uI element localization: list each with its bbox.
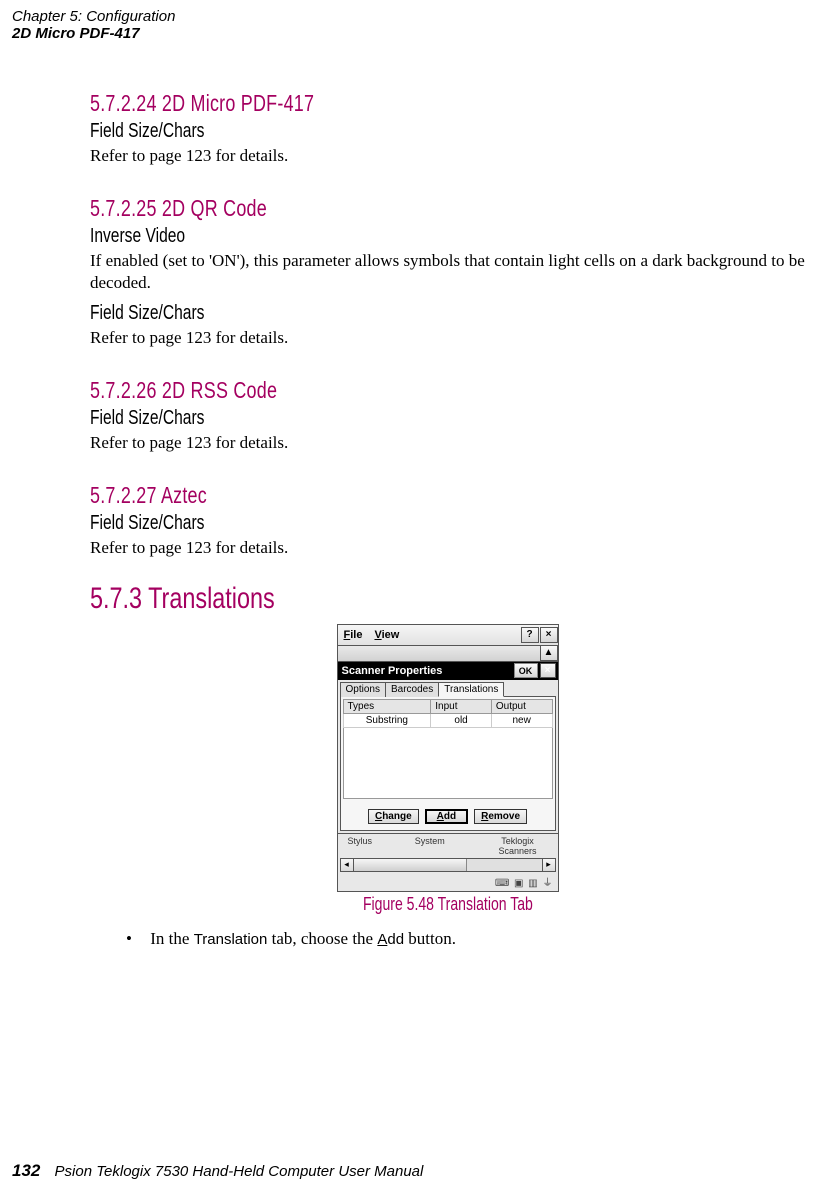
scroll-up-button[interactable]: ▲ <box>540 646 558 661</box>
remove-button[interactable]: Remove <box>474 809 527 824</box>
page-content: 5.7.2.24 2D Micro PDF-417 Field Size/Cha… <box>0 42 823 949</box>
bullet-text-translation: Translation <box>194 931 268 948</box>
bullet-text-mid2: tab, choose the <box>267 929 377 948</box>
figure-wrapper: File View ? × ▲ Scanner Properties OK × <box>90 624 805 915</box>
table-row[interactable]: Substring old new <box>343 713 552 727</box>
subheading-field-size: Field Size/Chars <box>90 407 648 430</box>
tab-body: Types Input Output Substring old new Cha… <box>340 696 556 831</box>
footer-text: Psion Teklogix 7530 Hand-Held Computer U… <box>55 1163 424 1180</box>
tab-barcodes[interactable]: Barcodes <box>385 682 439 697</box>
scroll-right-button[interactable]: ▸ <box>542 858 556 872</box>
body-text: Refer to page 123 for details. <box>90 537 805 559</box>
tab-strip: Options Barcodes Translations <box>340 682 556 697</box>
col-types[interactable]: Types <box>343 699 431 713</box>
scroll-track[interactable] <box>354 858 542 872</box>
cell-output: new <box>491 713 552 727</box>
ok-button[interactable]: OK <box>514 663 538 678</box>
subheading-field-size: Field Size/Chars <box>90 120 648 143</box>
bullet-dot: • <box>126 929 146 949</box>
heading-5-7-2-24: 5.7.2.24 2D Micro PDF-417 <box>90 90 648 117</box>
subheading-field-size: Field Size/Chars <box>90 302 648 325</box>
page-footer: 132 Psion Teklogix 7530 Hand-Held Comput… <box>12 1161 423 1181</box>
label-teklogix-scanners: Teklogix Scanners <box>488 836 548 856</box>
label-system: System <box>415 836 445 856</box>
running-header: Chapter 5: Configuration 2D Micro PDF-41… <box>0 0 823 42</box>
scroll-left-button[interactable]: ◂ <box>340 858 354 872</box>
col-input[interactable]: Input <box>431 699 492 713</box>
close-icon[interactable]: × <box>540 663 556 678</box>
cell-types: Substring <box>343 713 431 727</box>
toolbar-row: ▲ <box>337 646 559 662</box>
tab-options[interactable]: Options <box>340 682 386 697</box>
title-bar-text: Scanner Properties <box>342 665 443 677</box>
heading-5-7-2-25: 5.7.2.25 2D QR Code <box>90 195 648 222</box>
subheading-inverse-video: Inverse Video <box>90 225 648 248</box>
scanner-properties-window: File View ? × ▲ Scanner Properties OK × <box>337 624 559 892</box>
body-text: Refer to page 123 for details. <box>90 145 805 167</box>
button-row: Change Add Remove <box>343 809 553 824</box>
label-stylus: Stylus <box>348 836 373 856</box>
col-output[interactable]: Output <box>491 699 552 713</box>
bullet-text-add: Add <box>377 931 404 948</box>
header-topic: 2D Micro PDF-417 <box>12 25 811 42</box>
menu-bar: File View ? × <box>337 624 559 646</box>
figure-caption: Figure 5.48 Translation Tab <box>363 894 533 915</box>
table-header-row: Types Input Output <box>343 699 552 713</box>
desktop-icon-strip: Stylus System Teklogix Scanners ◂ ▸ ⌨ ▣ … <box>337 834 559 892</box>
heading-5-7-2-26: 5.7.2.26 2D RSS Code <box>90 377 648 404</box>
dialog-panel: Options Barcodes Translations Types Inpu… <box>337 680 559 834</box>
body-text: Refer to page 123 for details. <box>90 432 805 454</box>
scroll-thumb[interactable] <box>354 859 468 871</box>
horizontal-scrollbar[interactable]: ◂ ▸ <box>340 858 556 872</box>
bullet-text-pre: In the <box>150 929 193 948</box>
list-empty-area <box>343 728 553 799</box>
help-button[interactable]: ? <box>521 627 539 643</box>
heading-5-7-2-27: 5.7.2.27 Aztec <box>90 482 648 509</box>
translations-table[interactable]: Types Input Output Substring old new <box>343 699 553 728</box>
close-button[interactable]: × <box>540 627 558 643</box>
body-text: If enabled (set to 'ON'), this parameter… <box>90 250 805 294</box>
system-tray[interactable]: ⌨ ▣ ▥ ⏚ <box>340 872 556 889</box>
subheading-field-size: Field Size/Chars <box>90 512 648 535</box>
tab-translations[interactable]: Translations <box>438 682 504 697</box>
add-button[interactable]: Add <box>425 809 468 824</box>
menu-view[interactable]: View <box>368 627 405 643</box>
header-chapter: Chapter 5: Configuration <box>12 8 811 25</box>
bullet-text-post: button. <box>404 929 456 948</box>
bullet-instruction: • In the Translation tab, choose the Add… <box>126 929 805 949</box>
title-bar: Scanner Properties OK × <box>337 662 559 680</box>
cell-input: old <box>431 713 492 727</box>
page-number: 132 <box>12 1161 40 1180</box>
heading-5-7-3: 5.7.3 Translations <box>90 582 648 616</box>
menu-file[interactable]: File <box>338 627 369 643</box>
change-button[interactable]: Change <box>368 809 419 824</box>
body-text: Refer to page 123 for details. <box>90 327 805 349</box>
